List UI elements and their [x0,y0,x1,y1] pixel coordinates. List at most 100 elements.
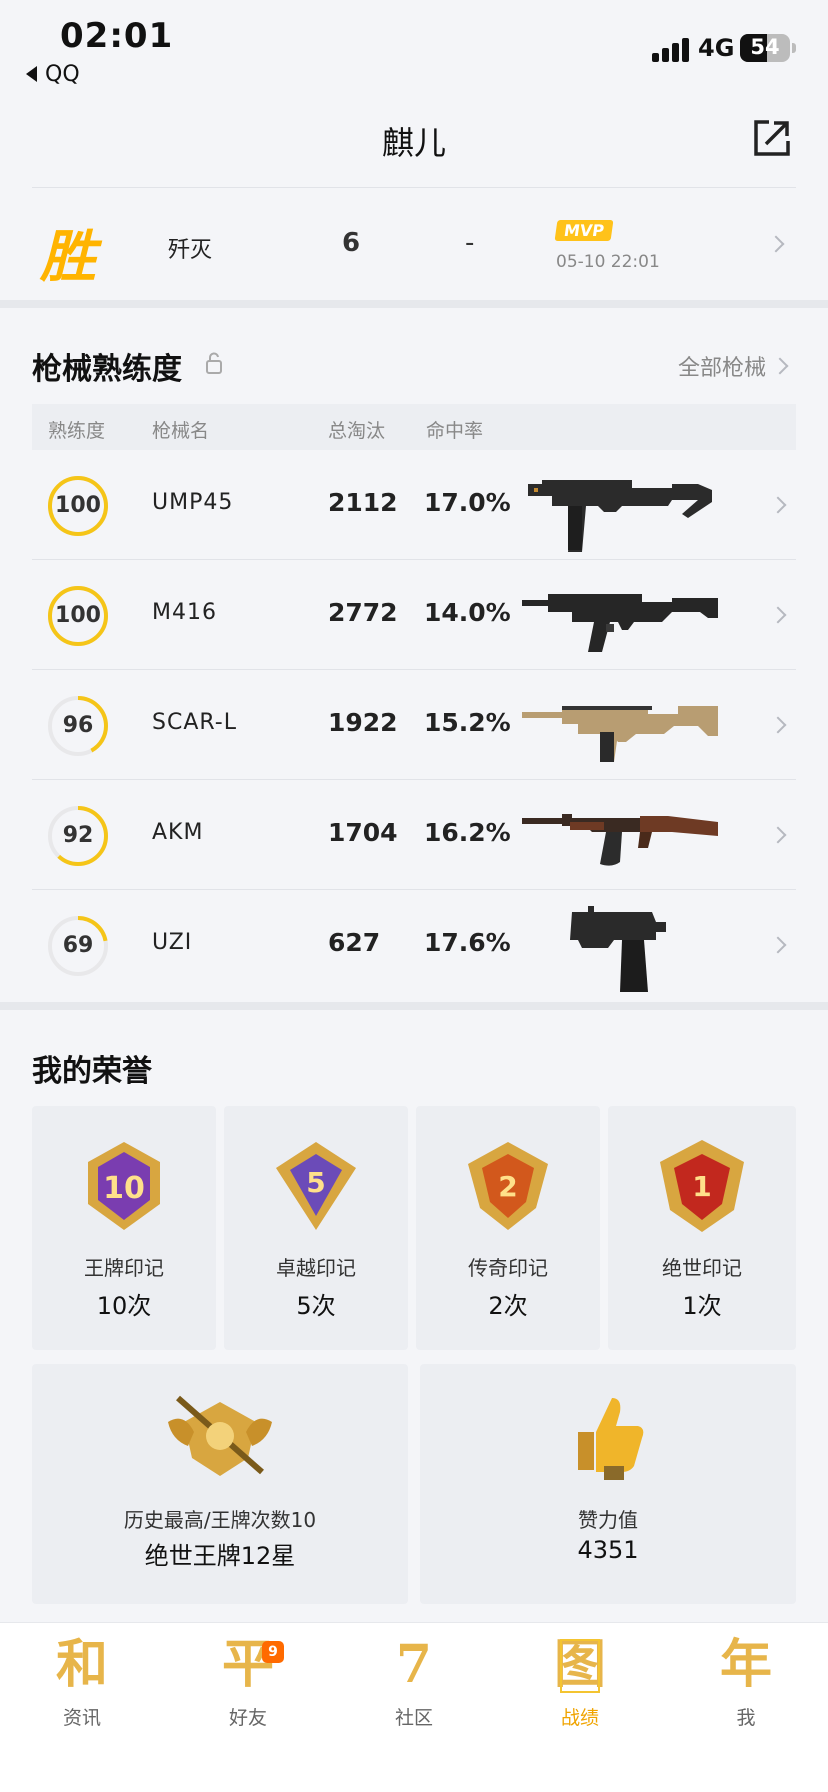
battery-icon: 54 [740,34,790,62]
weapon-hit-rate: 16.2% [424,818,511,847]
akm-icon [522,814,718,866]
status-time: 02:01 [60,16,174,56]
chevron-right-icon [771,357,789,375]
likes-value: 4351 [577,1536,639,1564]
weapon-row-uzi[interactable]: 69 UZI 627 17.6% [32,890,796,1000]
honor-count: 10次 [96,1292,152,1320]
bottom-tab-bar: 和 资讯 平 好友 9 7 社区 图 战绩 年 我 [0,1622,828,1792]
weapon-row-akm[interactable]: 92 AKM 1704 16.2% [32,780,796,890]
honors-section: 我的荣誉 10 王牌印记 10次 5 卓越印记 5次 2 传奇印记 2次 1 绝… [0,1010,828,1622]
honor-label: 王牌印记 [84,1256,164,1280]
tab-friends[interactable]: 平 好友 9 [188,1633,308,1753]
mastery-ring: 92 [46,804,110,868]
lock-icon [206,352,222,374]
m416-icon [522,594,718,652]
peerless-badge-icon: 1 [660,1140,744,1232]
me-tab-icon: 年 [719,1634,772,1695]
active-tab-highlight [560,1639,600,1693]
badge-number: 1 [692,1170,711,1203]
community-tab-icon: 7 [395,1634,433,1695]
mastery-ring: 100 [46,584,110,648]
mastery-ring: 96 [46,694,110,758]
signal-icon [652,38,692,62]
weapon-hit-rate: 17.0% [424,488,511,517]
chevron-right-icon [769,496,787,514]
weapon-hit-rate: 17.6% [424,928,511,957]
weapon-table-header: 熟练度 枪械名 总淘汰 命中率 [32,404,796,450]
honor-card-legend[interactable]: 2 传奇印记 2次 [416,1106,600,1350]
uzi-icon [570,906,666,992]
weapon-row-scar-l[interactable]: 96 SCAR-L 1922 15.2% [32,670,796,780]
weapon-mastery-section: 枪械熟练度 全部枪械 熟练度 枪械名 总淘汰 命中率 100 UMP45 211… [0,308,828,1002]
latest-match-row[interactable]: 胜 歼灭 6 - MVP 05-10 22:01 [0,188,828,300]
honor-count: 5次 [296,1292,336,1320]
tab-label: 资讯 [62,1707,101,1729]
match-extra: - [465,228,475,258]
honor-label: 绝世印记 [662,1256,742,1280]
weapon-row-m416[interactable]: 100 M416 2772 14.0% [32,560,796,670]
mvp-badge: MVP [554,220,614,241]
chevron-right-icon [767,235,785,253]
weapon-section-title: 枪械熟练度 [32,352,182,387]
mastery-ring: 69 [46,914,110,978]
chevron-right-icon [769,606,787,624]
match-mode: 歼灭 [168,238,213,263]
highest-rank-card[interactable]: 历史最高/王牌次数10 绝世王牌12星 [32,1364,408,1604]
weapon-hit-rate: 14.0% [424,598,511,627]
weapon-hit-rate: 15.2% [424,708,511,737]
tab-label: 社区 [394,1707,433,1729]
share-icon[interactable] [752,118,792,158]
match-datetime: 05-10 22:01 [556,252,660,272]
back-to-qq[interactable]: QQ [26,62,80,87]
match-result: 胜 [40,225,96,290]
weapon-name: M416 [152,600,217,625]
tab-news[interactable]: 和 资讯 [22,1633,142,1753]
tab-label: 好友 [228,1707,267,1729]
friends-tab-icon: 平 [221,1634,274,1695]
scar-icon [522,706,718,762]
weapon-kills: 2112 [328,488,398,517]
all-guns-link[interactable]: 全部枪械 [678,350,766,382]
mastery-value: 100 [55,493,101,518]
page-header: 麒儿 [0,96,828,188]
highest-rank-badge-icon [168,1395,272,1476]
weapon-row-ump45[interactable]: 100 UMP45 2112 17.0% [32,450,796,560]
chevron-right-icon [769,716,787,734]
tab-me[interactable]: 年 我 [686,1633,806,1753]
tab-label: 我 [736,1707,756,1729]
tab-community[interactable]: 7 社区 [354,1633,474,1753]
col-name: 枪械名 [152,420,210,442]
section-gap [0,1002,828,1010]
honor-card-peerless[interactable]: 1 绝世印记 1次 [608,1106,796,1350]
chevron-right-icon [769,936,787,954]
weapon-name: UMP45 [152,490,234,515]
battery-tip [792,43,796,53]
ump-icon [528,480,712,552]
notification-badge: 9 [262,1641,284,1663]
honor-count: 1次 [682,1292,722,1320]
likes-label: 赞力值 [578,1508,638,1532]
likes-card[interactable]: 赞力值 4351 [420,1364,796,1604]
weapon-kills: 1704 [328,818,398,847]
honor-label: 传奇印记 [468,1256,548,1280]
badge-number: 10 [103,1171,145,1206]
legend-badge-icon: 2 [468,1142,548,1230]
col-mastery: 熟练度 [48,420,106,442]
weapon-name: SCAR-L [152,710,237,735]
ace-badge-icon: 10 [88,1142,160,1230]
honor-card-ace[interactable]: 10 王牌印记 10次 [32,1106,216,1350]
mastery-value: 100 [55,603,101,628]
honor-count: 2次 [488,1292,528,1320]
back-arrow-icon [26,66,37,82]
highest-rank-label: 历史最高/王牌次数10 [123,1508,317,1532]
weapon-kills: 2772 [328,598,398,627]
weapon-kills: 1922 [328,708,398,737]
excellent-badge-icon: 5 [276,1142,356,1230]
tab-record[interactable]: 图 战绩 [520,1633,640,1753]
page-title: 麒儿 [381,124,446,162]
network-type: 4G [698,34,735,62]
honor-card-excellent[interactable]: 5 卓越印记 5次 [224,1106,408,1350]
mastery-ring: 100 [46,474,110,538]
col-rate: 命中率 [426,420,484,442]
section-gap [0,300,828,308]
